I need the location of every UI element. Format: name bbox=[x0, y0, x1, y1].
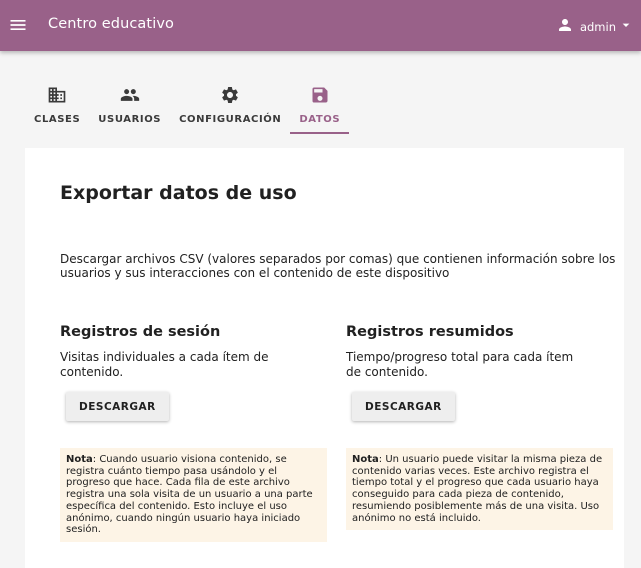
app-title: Centro educativo bbox=[48, 16, 174, 32]
note-text: : Cuando usuario visiona contenido, se r… bbox=[66, 454, 313, 536]
section-title: Registros de sesión bbox=[60, 324, 221, 340]
section-title: Registros resumidos bbox=[346, 324, 514, 340]
note-label: Nota bbox=[352, 454, 379, 465]
note-text: : Un usuario puede visitar la misma piez… bbox=[352, 454, 603, 524]
tab-configuracion[interactable]: CONFIGURACIÓN bbox=[170, 78, 290, 134]
note-box: Nota: Un usuario puede visitar la misma … bbox=[346, 448, 613, 531]
domain-icon bbox=[47, 85, 67, 109]
gear-icon bbox=[220, 85, 240, 109]
username-label: admin bbox=[579, 20, 616, 34]
app-bar: Centro educativo admin bbox=[0, 0, 641, 51]
page-title: Exportar datos de uso bbox=[60, 182, 297, 204]
user-menu[interactable]: admin bbox=[556, 16, 634, 38]
person-icon bbox=[556, 16, 574, 38]
export-card: Exportar datos de uso Descargar archivos… bbox=[25, 148, 624, 568]
tab-label: USUARIOS bbox=[98, 114, 162, 125]
arrow-drop-down-icon bbox=[618, 17, 634, 37]
tab-usuarios[interactable]: USUARIOS bbox=[89, 78, 170, 134]
tab-label: CLASES bbox=[34, 114, 81, 125]
people-icon bbox=[120, 85, 140, 109]
summary-logs-section: Registros resumidos Tiempo/progreso tota… bbox=[346, 324, 613, 531]
tab-label: CONFIGURACIÓN bbox=[179, 114, 282, 125]
tab-label: DATOS bbox=[299, 114, 341, 125]
menu-icon[interactable] bbox=[8, 15, 28, 35]
note-label: Nota bbox=[66, 454, 93, 465]
tab-bar: CLASES USUARIOS CONFIGURACIÓN DATOS bbox=[25, 78, 349, 134]
download-session-logs-button[interactable]: DESCARGAR bbox=[66, 392, 169, 421]
save-icon bbox=[310, 85, 330, 109]
tab-datos[interactable]: DATOS bbox=[290, 78, 349, 134]
page-description: Descargar archivos CSV (valores separado… bbox=[60, 252, 616, 280]
session-logs-section: Registros de sesión Visitas individuales… bbox=[60, 324, 327, 542]
download-summary-logs-button[interactable]: DESCARGAR bbox=[352, 392, 455, 421]
tab-clases[interactable]: CLASES bbox=[25, 78, 89, 134]
note-box: Nota: Cuando usuario visiona contenido, … bbox=[60, 448, 327, 542]
section-subtitle: Visitas individuales a cada ítem de cont… bbox=[60, 350, 269, 379]
section-subtitle: Tiempo/progreso total para cada ítem de … bbox=[346, 350, 574, 379]
